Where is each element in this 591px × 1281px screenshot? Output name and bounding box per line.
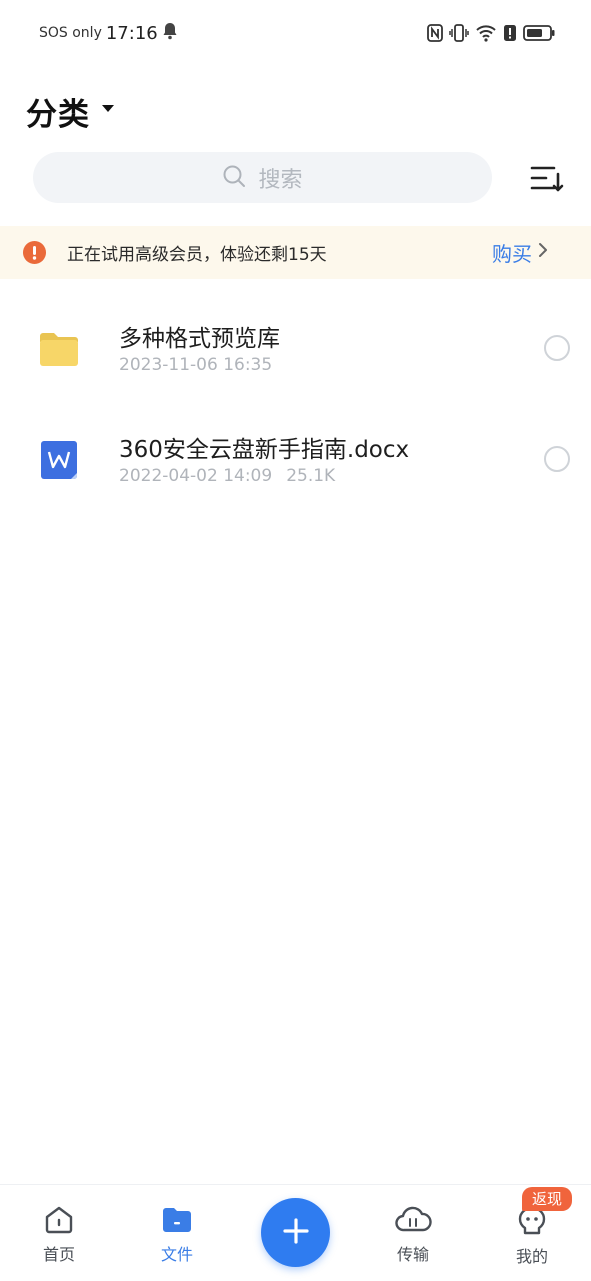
nav-mine[interactable]: 我的 [492,1205,572,1266]
nav-files[interactable]: 文件 [137,1205,217,1265]
clock: 17:16 [105,22,158,44]
nav-mine-label: 我的 [515,1247,548,1266]
wifi-icon [475,24,497,42]
buy-button[interactable]: 购买 [492,236,548,268]
sort-button[interactable] [528,160,564,196]
bell-icon [162,22,178,44]
buy-label: 购买 [492,241,532,266]
file-name: 多种格式预览库 [119,326,280,352]
nav-home[interactable]: 首页 [19,1205,99,1265]
chevron-right-icon [538,242,548,262]
cloud-transfer-icon [373,1205,453,1235]
home-icon [19,1205,99,1235]
status-left: SOS only 17:16 [39,22,178,44]
file-name: 360安全云盘新手指南.docx [119,437,410,463]
folder-icon [38,328,80,370]
status-icons [427,21,555,45]
add-button[interactable] [261,1198,330,1267]
banner-text: 正在试用高级会员，体验还剩15天 [67,245,327,265]
select-checkbox[interactable] [544,335,570,361]
file-meta: 2023-11-06 16:35 [119,355,272,375]
select-checkbox[interactable] [544,446,570,472]
list-item-folder[interactable]: 多种格式预览库 2023-11-06 16:35 [0,300,591,400]
search-placeholder: 搜索 [258,167,303,193]
nav-transfer-label: 传输 [396,1245,429,1264]
word-document-icon [38,439,80,481]
nav-files-label: 文件 [160,1245,193,1264]
file-size: 25.1K [286,466,336,486]
nav-transfer[interactable]: 传输 [373,1205,453,1265]
file-date: 2022-04-02 14:09 [119,466,273,486]
list-item-document[interactable]: 360安全云盘新手指南.docx 2022-04-02 14:09 25.1K [0,411,591,511]
plus-icon [282,1217,310,1249]
folder-icon [137,1205,217,1235]
search-bar[interactable]: 搜索 [33,152,492,203]
vibrate-icon [449,24,469,42]
trial-banner: 正在试用高级会员，体验还剩15天 购买 [0,226,591,279]
caret-down-icon [102,104,114,112]
file-meta: 2022-04-02 14:09 25.1K [119,466,335,486]
exclamation-icon [23,241,46,264]
nfc-icon [427,24,443,42]
status-bar: SOS only 17:16 [0,0,591,66]
carrier-text: SOS only [39,25,102,41]
nav-home-label: 首页 [42,1245,75,1264]
battery-icon [523,24,555,42]
cashback-badge: 返现 [522,1187,573,1211]
alert-icon [503,24,517,42]
category-dropdown[interactable]: 分类 [26,88,114,134]
sort-icon [528,166,564,200]
file-date: 2023-11-06 16:35 [119,355,273,375]
search-icon [222,164,246,192]
page-title: 分类 [26,96,90,133]
